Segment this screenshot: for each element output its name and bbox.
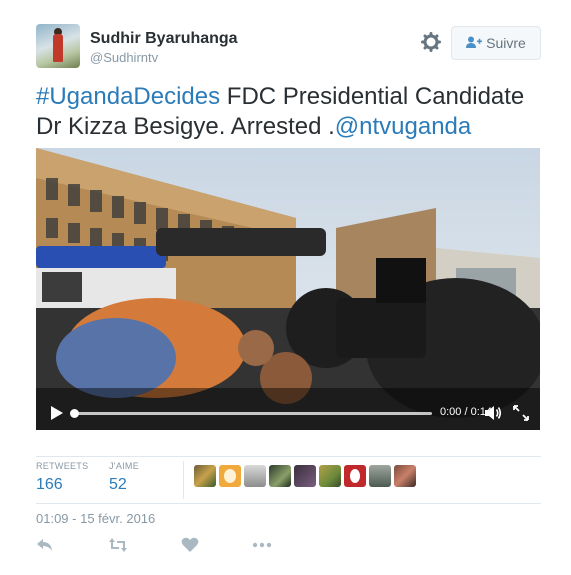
liker-avatar[interactable]	[394, 465, 416, 487]
add-user-icon	[466, 36, 483, 51]
liker-avatars	[194, 465, 416, 487]
progress-knob[interactable]	[70, 409, 79, 418]
retweets-count: 166	[36, 476, 63, 493]
liker-avatar[interactable]	[294, 465, 316, 487]
retweets-label: RETWEETS	[36, 461, 89, 471]
mention-link[interactable]: @ntvuganda	[335, 113, 471, 140]
liker-avatar[interactable]	[269, 465, 291, 487]
progress-bar[interactable]	[70, 409, 432, 418]
user-handle[interactable]: @Sudhirntv	[90, 50, 158, 65]
hashtag-link[interactable]: #UgandaDecides	[36, 83, 220, 110]
likes-count: 52	[109, 476, 127, 493]
fullscreen-icon[interactable]	[512, 404, 530, 422]
retweets-stat[interactable]: RETWEETS 166	[36, 461, 88, 494]
liker-avatar[interactable]	[244, 465, 266, 487]
video-controls: 0:00 / 0:14	[36, 396, 540, 430]
heart-icon[interactable]	[181, 537, 201, 555]
stats-divider	[183, 461, 184, 499]
play-icon[interactable]	[50, 405, 64, 421]
more-icon[interactable]	[252, 537, 272, 555]
tweet-text: #UgandaDecides FDC Presidential Candidat…	[36, 82, 541, 142]
likes-stat[interactable]: J'AIME 52	[109, 461, 139, 494]
liker-avatar[interactable]	[219, 465, 241, 487]
liker-avatar[interactable]	[369, 465, 391, 487]
liker-avatar[interactable]	[194, 465, 216, 487]
reply-icon[interactable]	[36, 537, 56, 555]
retweet-icon[interactable]	[108, 537, 128, 555]
avatar[interactable]	[36, 24, 80, 68]
volume-icon[interactable]	[484, 405, 502, 421]
video-frame	[36, 148, 540, 430]
tweet-stats: RETWEETS 166 J'AIME 52	[36, 456, 541, 504]
user-name[interactable]: Sudhir Byaruhanga	[90, 30, 238, 48]
follow-button[interactable]: Suivre	[451, 26, 541, 60]
liker-avatar[interactable]	[319, 465, 341, 487]
follow-label: Suivre	[486, 35, 526, 51]
liker-avatar[interactable]	[344, 465, 366, 487]
gear-icon[interactable]	[420, 32, 442, 54]
likes-label: J'AIME	[109, 461, 140, 471]
tweet-actions	[36, 537, 541, 557]
video-player[interactable]: 0:00 / 0:14	[36, 148, 540, 430]
tweet-timestamp[interactable]: 01:09 - 15 févr. 2016	[36, 511, 155, 526]
tweet-header: Sudhir Byaruhanga @Sudhirntv Suivre	[36, 24, 541, 68]
